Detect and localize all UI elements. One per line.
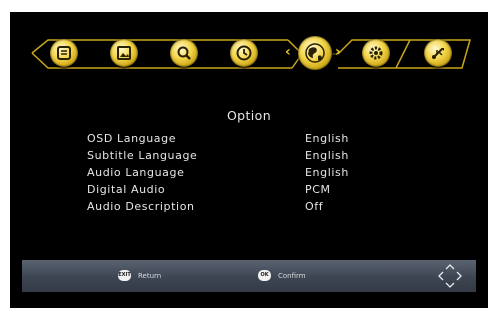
setting-row-digital-audio[interactable]: Digital Audio PCM [87,183,387,199]
tv-screen: ‹ › Option OSD Language English Subtitle… [10,12,488,308]
setting-row-osd-language[interactable]: OSD Language English [87,132,387,148]
page-title: Option [226,108,272,123]
chevron-left-icon: ‹ [285,44,291,60]
program-icon[interactable] [50,39,78,67]
ok-key-icon: OK [258,270,271,281]
return-hint: Return [138,272,162,280]
setting-label: Subtitle Language [87,149,198,162]
help-bar: EXIT Return OK Confirm [22,260,476,292]
main-menu-bar: ‹ › [10,12,488,92]
chevron-right-icon: › [335,44,341,60]
setting-label: OSD Language [87,132,177,145]
exit-key-icon: EXIT [118,270,131,281]
setting-row-audio-description[interactable]: Audio Description Off [87,200,387,216]
confirm-hint: Confirm [278,272,306,280]
search-icon[interactable] [170,39,198,67]
setting-label: Audio Description [87,200,195,213]
picture-icon[interactable] [110,39,138,67]
system-icon[interactable] [362,39,390,67]
setting-value[interactable]: Off [305,200,323,213]
setting-row-audio-language[interactable]: Audio Language English [87,166,387,182]
setting-label: Audio Language [87,166,185,179]
setting-label: Digital Audio [87,183,166,196]
setting-row-subtitle-language[interactable]: Subtitle Language English [87,149,387,165]
setting-value[interactable]: English [305,166,349,179]
time-icon[interactable] [230,39,258,67]
setting-value[interactable]: English [305,149,349,162]
navigation-arrows-icon [438,264,462,288]
setting-value[interactable]: PCM [305,183,331,196]
usb-icon[interactable] [424,39,452,67]
option-icon[interactable] [298,36,332,70]
setting-value[interactable]: English [305,132,349,145]
